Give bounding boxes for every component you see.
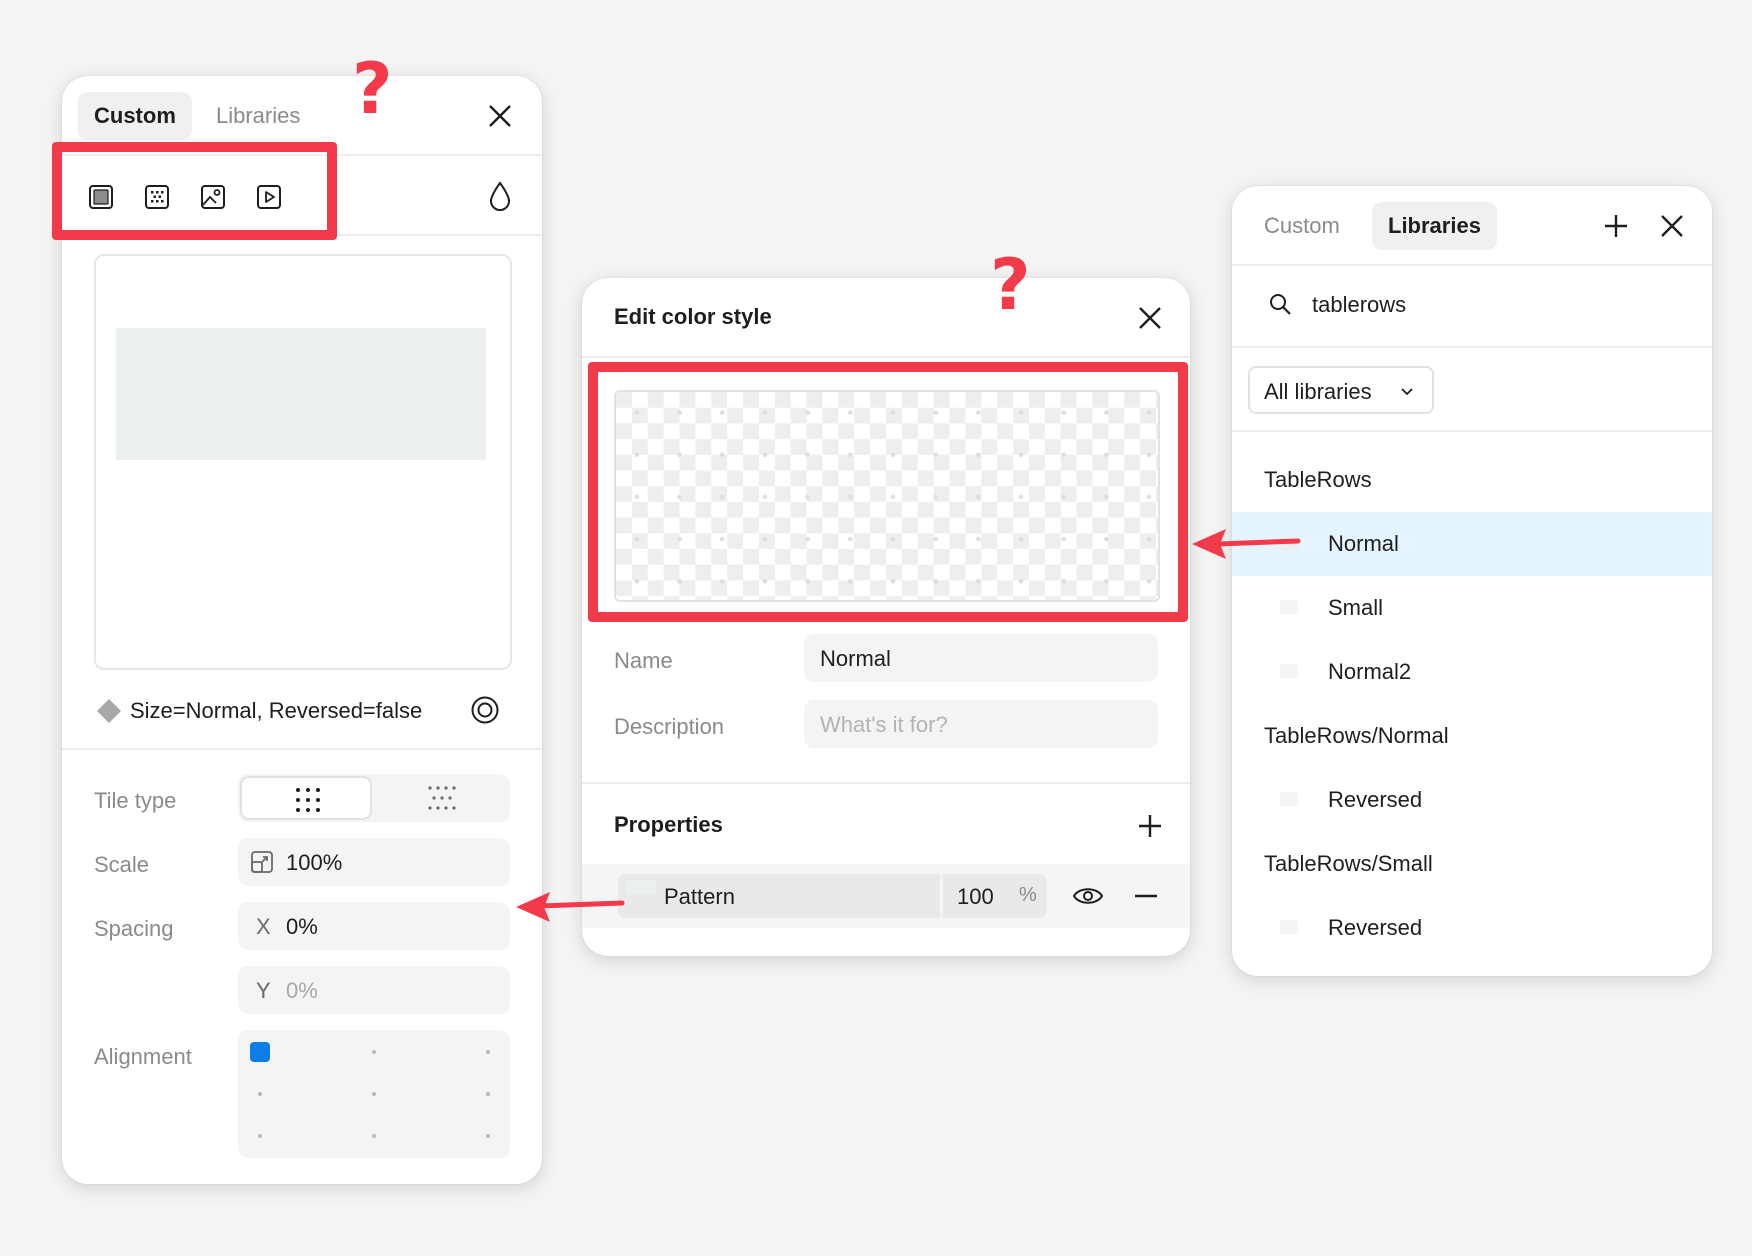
add-icon[interactable] <box>1136 812 1164 840</box>
spacing-y-prefix: Y <box>256 978 271 1003</box>
style-swatch <box>1280 920 1298 934</box>
style-swatch <box>1280 792 1298 806</box>
library-filter-value: All libraries <box>1264 379 1372 404</box>
tile-type-toggle <box>238 774 510 822</box>
drop-icon[interactable] <box>488 180 512 212</box>
style-swatch <box>1280 664 1298 678</box>
properties-heading: Properties <box>614 812 723 837</box>
tile-type-grid-option[interactable] <box>240 776 372 820</box>
spacing-label: Spacing <box>94 916 174 941</box>
fill-name-field[interactable]: Pattern <box>618 874 940 918</box>
search-icon <box>1270 294 1291 315</box>
question-mark-annotation: ? <box>990 244 1031 326</box>
alignment-bottom-right[interactable] <box>486 1134 490 1138</box>
tab-custom[interactable]: Custom <box>1248 202 1356 250</box>
brick-dots-icon[interactable] <box>428 784 456 812</box>
tab-custom[interactable]: Custom <box>78 92 192 140</box>
alignment-middle-right[interactable] <box>486 1092 490 1096</box>
target-icon[interactable] <box>470 695 500 725</box>
component-preview <box>94 254 512 670</box>
scale-value: 100% <box>286 850 343 875</box>
fill-opacity-field[interactable]: 100 % <box>943 874 1047 918</box>
style-name: Reversed <box>1328 915 1423 940</box>
style-swatch <box>1280 600 1298 614</box>
library-filter-dropdown[interactable]: All libraries <box>1248 366 1434 414</box>
highlight-pattern-preview <box>588 362 1188 622</box>
description-placeholder: What's it for? <box>820 712 948 737</box>
tab-libraries[interactable]: Libraries <box>200 92 316 140</box>
style-name: Normal <box>1328 531 1399 556</box>
style-item-normal2[interactable]: Normal2 <box>1232 640 1712 704</box>
alignment-middle-center[interactable] <box>372 1092 376 1096</box>
tile-type-label: Tile type <box>94 788 177 813</box>
spacing-x-prefix: X <box>256 914 271 939</box>
style-item-reversed[interactable]: Reversed <box>1232 768 1712 832</box>
style-item-reversed[interactable]: Reversed <box>1232 896 1712 960</box>
group-name: TableRows <box>1264 467 1372 492</box>
alignment-top-left[interactable] <box>250 1042 270 1062</box>
fill-picker-panel: Custom Libraries Size=Normal, Reversed=f… <box>62 76 542 1184</box>
question-mark-annotation: ? <box>352 48 393 130</box>
arrow-annotation <box>1192 529 1301 559</box>
name-value: Normal <box>820 646 891 671</box>
style-name: Normal2 <box>1328 659 1412 684</box>
arrow-annotation <box>516 892 625 922</box>
group-header: TableRows/Normal <box>1232 704 1712 768</box>
spacing-y-value: 0% <box>286 978 318 1003</box>
preview-fill <box>116 328 486 460</box>
grid-dots-icon <box>296 788 320 812</box>
style-item-small[interactable]: Small <box>1232 576 1712 640</box>
group-name: TableRows/Normal <box>1264 723 1449 748</box>
highlight-fill-type-icons <box>52 142 337 240</box>
add-icon[interactable] <box>1602 212 1630 240</box>
libraries-panel: Custom Libraries tablerows All libraries… <box>1232 186 1712 976</box>
scale-icon <box>251 851 273 873</box>
alignment-label: Alignment <box>94 1044 192 1069</box>
scale-input[interactable]: 100% <box>238 838 510 886</box>
fill-opacity-unit: % <box>1019 884 1037 906</box>
alignment-middle-left[interactable] <box>258 1092 262 1096</box>
description-input[interactable]: What's it for? <box>804 700 1158 748</box>
spacing-x-input[interactable]: X 0% <box>238 902 510 950</box>
search-input[interactable]: tablerows <box>1312 292 1406 318</box>
fill-swatch[interactable] <box>626 880 656 894</box>
group-header: TableRows <box>1232 448 1712 512</box>
fill-name: Pattern <box>664 884 735 909</box>
dialog-title: Edit color style <box>614 304 772 329</box>
alignment-top-right[interactable] <box>486 1050 490 1054</box>
eye-icon[interactable] <box>1072 882 1104 910</box>
name-label: Name <box>614 648 673 673</box>
spacing-x-value: 0% <box>286 914 318 939</box>
chevron-down-icon <box>1401 388 1413 396</box>
alignment-bottom-left[interactable] <box>258 1134 262 1138</box>
tab-libraries[interactable]: Libraries <box>1372 202 1497 250</box>
alignment-grid[interactable] <box>238 1030 510 1158</box>
name-input[interactable]: Normal <box>804 634 1158 682</box>
fill-opacity-value: 100 <box>957 884 994 909</box>
close-icon[interactable] <box>486 102 514 130</box>
close-icon[interactable] <box>1136 304 1164 332</box>
alignment-bottom-center[interactable] <box>372 1134 376 1138</box>
minus-icon[interactable] <box>1132 882 1160 910</box>
close-icon[interactable] <box>1658 212 1686 240</box>
group-header: TableRows/Small <box>1232 832 1712 896</box>
arrow-annotation <box>1186 0 1306 60</box>
group-name: TableRows/Small <box>1264 851 1433 876</box>
alignment-top-center[interactable] <box>372 1050 376 1054</box>
style-name: Small <box>1328 595 1384 620</box>
fill-row: Pattern 100 % <box>582 864 1190 928</box>
scale-label: Scale <box>94 852 150 877</box>
style-name: Reversed <box>1328 787 1423 812</box>
description-label: Description <box>614 714 725 739</box>
spacing-y-input[interactable]: Y 0% <box>238 966 510 1014</box>
component-instance-icon <box>97 699 121 723</box>
component-name: Size=Normal, Reversed=false <box>130 698 423 723</box>
